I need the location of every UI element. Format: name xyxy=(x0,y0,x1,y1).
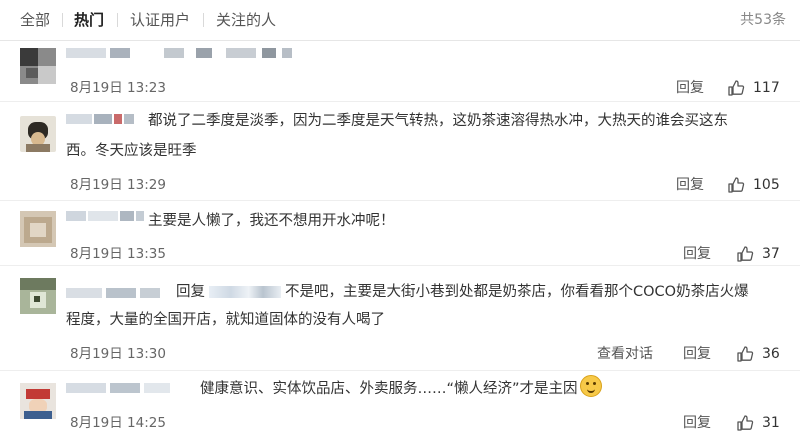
like-count: 31 xyxy=(762,415,780,431)
tab-divider xyxy=(62,13,63,27)
like-count: 117 xyxy=(753,80,780,96)
tab-following[interactable]: 关注的人 xyxy=(216,10,276,30)
username-blurred[interactable] xyxy=(66,288,176,298)
comment-text: 健康意识、实体饮品店、外卖服务……“懒人经济”才是主因 xyxy=(200,375,800,402)
reply-button[interactable]: 回复 xyxy=(683,245,711,263)
mentioned-user-blurred[interactable] xyxy=(209,286,281,298)
thumbs-up-icon xyxy=(728,177,745,193)
comment-timestamp: 8月19日 14:25 xyxy=(70,415,166,431)
thumbs-up-icon xyxy=(737,246,754,262)
tab-verified-users[interactable]: 认证用户 xyxy=(130,10,190,30)
username-blurred[interactable] xyxy=(66,114,136,124)
comment-item: 主要是人懒了，我还不想用开水冲呢！ 8月19日 13:35 回复 37 xyxy=(0,201,800,266)
like-button[interactable]: 37 xyxy=(736,245,780,263)
avatar[interactable] xyxy=(20,278,56,314)
comment-text: 主要是人懒了，我还不想用开水冲呢！ xyxy=(148,213,395,229)
view-conversation-button[interactable]: 查看对话 xyxy=(597,345,653,363)
comment-text-continued: 程度，大量的全国开店，就知道固体的没有人喝了 xyxy=(66,312,385,328)
avatar[interactable] xyxy=(20,48,56,84)
like-count: 37 xyxy=(762,246,780,262)
tab-divider xyxy=(203,13,204,27)
comment-item: 健康意识、实体饮品店、外卖服务……“懒人经济”才是主因 8月19日 14:25 … xyxy=(0,371,800,444)
comment-text: 都说了二季度是淡季，因为二季度是天气转热，这奶茶速溶得热水冲，大热天的谁会买这东 xyxy=(148,113,728,129)
comment-timestamp: 8月19日 13:23 xyxy=(70,80,166,96)
avatar[interactable] xyxy=(20,383,56,419)
comment-total-count: 共53条 xyxy=(740,12,786,28)
comment-timestamp: 8月19日 13:30 xyxy=(70,346,166,362)
thumbs-up-icon xyxy=(737,346,754,362)
thumbs-up-icon xyxy=(728,80,745,96)
tab-all[interactable]: 全部 xyxy=(20,10,50,30)
reply-button[interactable]: 回复 xyxy=(683,345,711,363)
reply-prefix: 回复 xyxy=(176,284,205,300)
tab-hot[interactable]: 热门 xyxy=(74,10,104,30)
like-count: 36 xyxy=(762,346,780,362)
reply-button[interactable]: 回复 xyxy=(676,176,704,194)
comment-timestamp: 8月19日 13:29 xyxy=(70,177,166,193)
like-button[interactable]: 31 xyxy=(736,414,780,432)
avatar[interactable] xyxy=(20,211,56,247)
comment-text: 回复 不是吧，主要是大街小巷到处都是奶茶店，你看看那个COCO奶茶店火爆 xyxy=(176,284,749,300)
comment-item: 回复 不是吧，主要是大街小巷到处都是奶茶店，你看看那个COCO奶茶店火爆 程度，大… xyxy=(0,266,800,371)
comment-item: 8月19日 13:23 回复 117 xyxy=(0,41,800,102)
comment-text-continued: 西。冬天应该是旺季 xyxy=(66,143,197,159)
comment-timestamp: 8月19日 13:35 xyxy=(70,246,166,262)
like-button[interactable]: 36 xyxy=(736,345,780,363)
reply-button[interactable]: 回复 xyxy=(676,79,704,97)
tab-divider xyxy=(117,13,118,27)
reply-button[interactable]: 回复 xyxy=(683,414,711,432)
thumbs-up-icon xyxy=(737,415,754,431)
like-count: 105 xyxy=(753,177,780,193)
avatar[interactable] xyxy=(20,116,56,152)
username-blurred[interactable] xyxy=(66,48,296,58)
username-blurred[interactable] xyxy=(66,211,146,221)
comment-filter-tabs: 全部 热门 认证用户 关注的人 共53条 xyxy=(0,0,800,41)
comment-item: 都说了二季度是淡季，因为二季度是天气转热，这奶茶速溶得热水冲，大热天的谁会买这东… xyxy=(0,102,800,201)
shy-face-emoji-icon xyxy=(579,375,602,397)
username-blurred[interactable] xyxy=(66,383,176,393)
like-button[interactable]: 105 xyxy=(727,176,780,194)
like-button[interactable]: 117 xyxy=(727,79,780,97)
